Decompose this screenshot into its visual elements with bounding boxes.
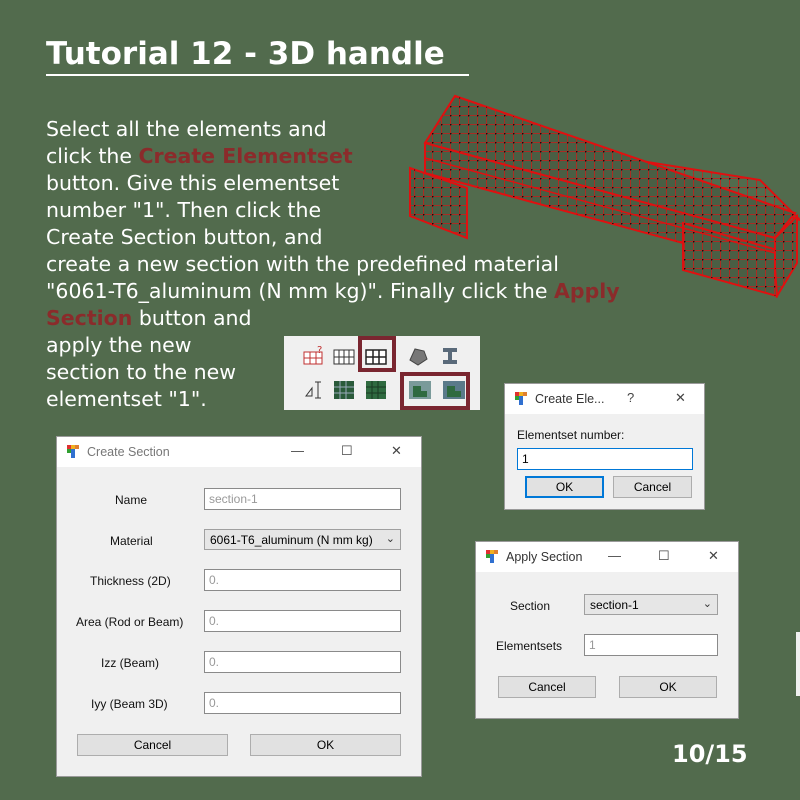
cancel-button[interactable]: Cancel [498,676,596,698]
chevron-down-icon: ⌄ [385,533,395,545]
section-label: Section [510,599,551,613]
create-section-dialog: Create Section — ☐ ✕ Name section-1 Mate… [56,436,422,777]
toolbar: ? [284,336,480,410]
ok-button[interactable]: OK [619,676,717,698]
slide-title: Tutorial 12 - 3D handle [46,34,469,76]
material-select[interactable]: 6061-T6_aluminum (N mm kg) ⌄ [204,529,401,550]
iyy-label: Iyy (Beam 3D) [91,697,168,711]
create-elementset-highlight-box [358,336,396,372]
page-number: 10/15 [672,740,748,768]
window-edge-fragment [796,632,800,696]
ok-button[interactable]: OK [525,476,604,498]
mesh-grid-icon[interactable] [332,344,356,368]
maximize-button[interactable]: ☐ [341,443,353,459]
section-select-value: section-1 [590,598,639,612]
create-elementset-dialog: Create Ele... ? ✕ Elementset number: 1 O… [504,383,705,510]
area-label: Area (Rod or Beam) [76,615,184,629]
svg-text:?: ? [317,345,322,356]
apply-section-dialog: Apply Section — ☐ ✕ Section section-1 ⌄ … [475,541,739,719]
measure-icon[interactable] [302,378,326,402]
mesh-3d-handle [409,94,800,298]
minimize-button[interactable]: — [291,443,304,458]
dialog-title: Apply Section [506,550,583,564]
help-button[interactable]: ? [627,390,634,405]
instruction-text: click the [46,144,139,168]
mesh-green-icon[interactable] [364,378,388,402]
material-label: Material [110,534,153,548]
section-buttons-highlight-box [400,372,470,410]
chevron-down-icon: ⌄ [702,598,712,610]
maximize-button[interactable]: ☐ [658,548,670,564]
elementset-number-label: Elementset number: [517,428,625,442]
elementsets-input[interactable]: 1 [584,634,718,656]
area-input[interactable]: 0. [204,610,401,632]
dialog-titlebar: Create Ele... ? ✕ [505,384,704,414]
close-button[interactable]: ✕ [391,443,402,459]
elementsets-label: Elementsets [496,639,563,653]
app-icon [486,550,498,563]
create-node-icon[interactable]: ? [302,344,326,368]
app-icon [515,392,527,405]
instruction-text: button and [132,306,252,330]
instruction-line: Section button and [46,305,666,332]
name-label: Name [115,493,148,507]
section-select[interactable]: section-1 ⌄ [584,594,718,615]
section-beam-icon[interactable] [438,344,462,368]
ok-button[interactable]: OK [250,734,401,756]
dialog-title: Create Section [87,445,170,459]
dialog-titlebar: Apply Section — ☐ ✕ [476,542,738,572]
thickness-label: Thickness (2D) [90,574,171,588]
create-elementset-highlight: Create Elementset [138,144,353,168]
close-button[interactable]: ✕ [708,548,719,564]
thickness-input[interactable]: 0. [204,569,401,591]
iyy-input[interactable]: 0. [204,692,401,714]
minimize-button[interactable]: — [608,548,621,563]
izz-input[interactable]: 0. [204,651,401,673]
close-button[interactable]: ✕ [675,390,686,406]
app-icon [67,445,79,458]
mesh-dark-icon[interactable] [332,378,356,402]
cancel-button[interactable]: Cancel [77,734,228,756]
cancel-button[interactable]: Cancel [613,476,692,498]
izz-label: Izz (Beam) [101,656,160,670]
dialog-titlebar: Create Section — ☐ ✕ [57,437,421,467]
section-highlight: Section [46,306,133,330]
elementset-number-input[interactable]: 1 [517,448,693,470]
material-select-value: 6061-T6_aluminum (N mm kg) [210,533,373,547]
material-icon[interactable] [406,344,430,368]
name-input[interactable]: section-1 [204,488,401,510]
dialog-title: Create Ele... [535,392,605,406]
